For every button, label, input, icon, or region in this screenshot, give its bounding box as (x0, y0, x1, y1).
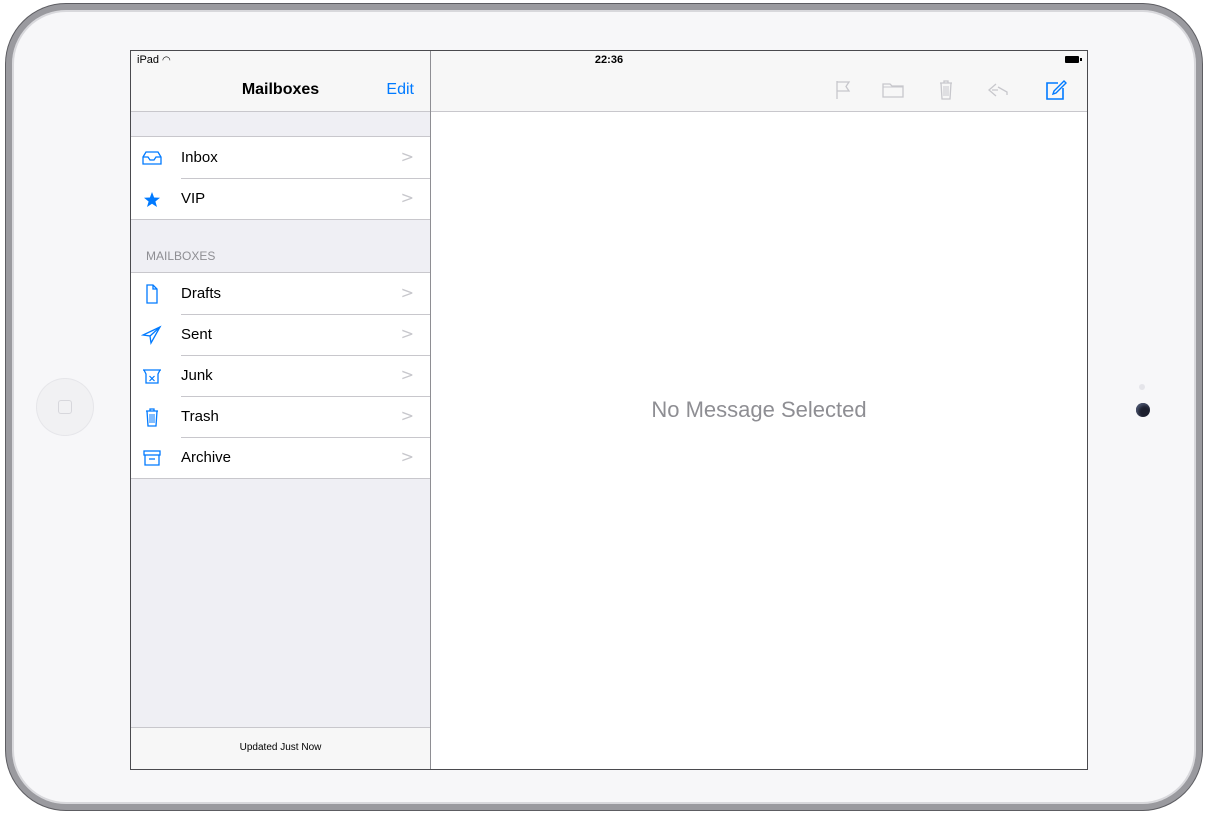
mailbox-label: Archive (181, 449, 232, 466)
mailbox-label: Inbox (181, 149, 218, 166)
mailbox-row-junk[interactable]: Junk > (131, 355, 430, 396)
battery-icon (1065, 56, 1082, 63)
mailbox-row-trash[interactable]: Trash > (131, 396, 430, 437)
star-icon (144, 192, 160, 207)
mailboxes-sidebar: Mailboxes Edit Inbox > VIP > MAILBOXES D… (131, 51, 431, 769)
chevron-right-icon: > (400, 324, 414, 343)
mailbox-row-vip[interactable]: VIP > (131, 178, 430, 219)
sidebar-footer: Updated Just Now (131, 727, 430, 769)
no-message-placeholder: No Message Selected (651, 397, 867, 422)
message-detail-pane: No Message Selected (431, 51, 1087, 769)
mailbox-row-inbox[interactable]: Inbox > (131, 137, 430, 178)
chevron-right-icon: > (400, 406, 414, 425)
status-bar: iPad ◠ 22:36 (131, 51, 1087, 69)
status-time: 22:36 (594, 54, 624, 66)
chevron-right-icon: > (400, 447, 414, 466)
mailbox-row-drafts[interactable]: Drafts > (131, 273, 430, 314)
mailbox-label: Junk (181, 367, 213, 384)
mailbox-label: VIP (181, 190, 206, 207)
home-square-icon (58, 400, 72, 414)
chevron-right-icon: > (400, 283, 414, 302)
flag-icon[interactable] (831, 79, 855, 101)
archive-icon (143, 450, 161, 466)
chevron-right-icon: > (400, 365, 414, 384)
mailboxes-group: Drafts > Sent > Junk > Trash > Archive > (131, 272, 430, 479)
folder-icon[interactable] (881, 79, 905, 101)
reply-icon[interactable] (986, 79, 1010, 101)
camera-icon (1136, 403, 1150, 417)
home-button[interactable] (36, 378, 94, 436)
mailbox-row-archive[interactable]: Archive > (131, 437, 430, 478)
section-header: MAILBOXES (146, 249, 216, 263)
screen: Mailboxes Edit Inbox > VIP > MAILBOXES D… (130, 50, 1088, 770)
mailbox-label: Trash (181, 408, 219, 425)
junk-icon (143, 369, 161, 384)
paper-plane-icon (141, 325, 162, 345)
top-mailbox-group: Inbox > VIP > (131, 136, 430, 220)
light-sensor (1139, 384, 1145, 390)
edit-button[interactable]: Edit (386, 81, 414, 99)
document-icon (146, 284, 158, 304)
chevron-right-icon: > (400, 147, 414, 166)
mailbox-row-sent[interactable]: Sent > (131, 314, 430, 355)
mailbox-label: Sent (181, 326, 212, 343)
sidebar-title: Mailboxes (241, 81, 320, 98)
mailbox-label: Drafts (181, 285, 222, 302)
trash-icon[interactable] (934, 79, 958, 101)
trash-icon (146, 408, 158, 427)
compose-icon[interactable] (1044, 79, 1068, 101)
chevron-right-icon: > (400, 188, 414, 207)
inbox-icon (142, 151, 162, 165)
update-status: Updated Just Now (239, 742, 322, 753)
